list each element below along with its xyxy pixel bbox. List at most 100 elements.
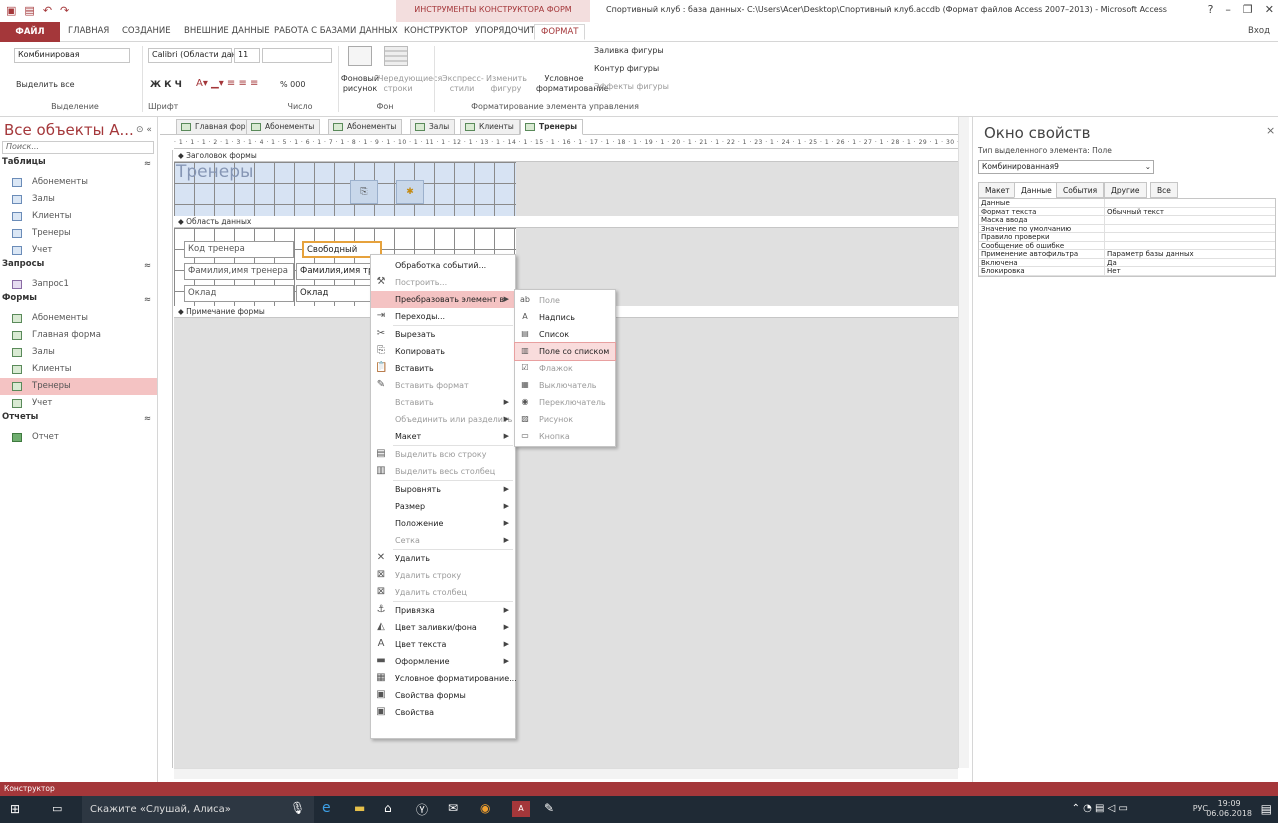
tab-home[interactable]: ГЛАВНАЯ: [68, 26, 109, 36]
browser-icon[interactable]: ◉: [480, 801, 490, 815]
tab-file[interactable]: ФАЙЛ: [0, 22, 60, 42]
property-row[interactable]: Маска ввода: [979, 216, 1275, 225]
context-menu-item[interactable]: ⊠ Удалить строку: [371, 567, 515, 584]
help-icon[interactable]: ?: [1208, 3, 1214, 16]
label-trainer-name[interactable]: Фамилия,имя тренера: [184, 263, 294, 280]
shape-outline-button[interactable]: Контур фигуры: [594, 64, 659, 73]
font-size-combo[interactable]: 11: [234, 48, 260, 63]
context-menu-item[interactable]: ▣ Свойства: [371, 704, 515, 721]
nav-item[interactable]: Тренеры: [0, 225, 157, 242]
submenu-item[interactable]: ab Поле: [515, 292, 615, 309]
windows-start-icon[interactable]: ⊞: [10, 802, 20, 816]
collapse-chevron-icon[interactable]: ≈: [144, 295, 151, 305]
select-all-button[interactable]: Выделить все: [16, 80, 75, 89]
selected-object-combo[interactable]: Комбинированная9 ⌄: [978, 160, 1154, 174]
property-value[interactable]: Да: [1105, 259, 1275, 266]
context-menu-item[interactable]: ▦ Условное форматирование...: [371, 670, 517, 687]
context-menu-item[interactable]: ⎘ Копировать: [371, 343, 515, 360]
property-value[interactable]: [1105, 242, 1275, 250]
nav-item[interactable]: Главная форма: [0, 327, 157, 344]
collapse-chevron-icon[interactable]: ≈: [144, 414, 151, 424]
date-time-icon[interactable]: ✱: [396, 180, 424, 204]
context-menu-item[interactable]: Положение ▶: [371, 515, 515, 532]
microphone-icon[interactable]: 🎙: [290, 801, 305, 815]
property-row[interactable]: Сообщение об ошибке: [979, 241, 1275, 250]
shape-effects-button[interactable]: Эффекты фигуры: [594, 82, 669, 91]
context-menu-item[interactable]: Преобразовать элемент в ▶: [371, 291, 515, 308]
nav-item[interactable]: Абонементы: [0, 174, 157, 191]
font-color-icon[interactable]: A▾ ▁▾ ≡ ≡ ≡: [196, 78, 258, 89]
property-tab[interactable]: Данные: [1014, 182, 1059, 198]
document-tab[interactable]: Залы: [410, 119, 456, 135]
property-row[interactable]: Значение по умолчанию: [979, 224, 1275, 233]
property-row[interactable]: Правило проверки: [979, 233, 1275, 242]
minimize-icon[interactable]: –: [1225, 3, 1231, 16]
nav-item[interactable]: Тренеры: [0, 378, 157, 395]
detail-section-bar[interactable]: ◆ Область данных: [174, 216, 958, 228]
tab-database-tools[interactable]: РАБОТА С БАЗАМИ ДАННЫХ: [274, 26, 398, 36]
font-name-combo[interactable]: Calibri (Области данн: [148, 48, 242, 63]
property-row[interactable]: Данные: [979, 199, 1275, 208]
property-value[interactable]: [1105, 233, 1275, 241]
property-tab[interactable]: События: [1056, 182, 1105, 198]
document-tab[interactable]: Абонементы: [328, 119, 403, 135]
logo-placeholder-icon[interactable]: ⎘: [350, 180, 378, 204]
context-menu-item[interactable]: Размер ▶: [371, 498, 515, 515]
submenu-item[interactable]: ☑ Флажок: [515, 360, 615, 377]
submenu-item[interactable]: A Надпись: [515, 309, 615, 326]
label-salary[interactable]: Оклад: [184, 285, 294, 302]
property-value[interactable]: Нет: [1105, 267, 1275, 274]
submenu-item[interactable]: ▭ Кнопка: [515, 428, 615, 445]
context-menu-item[interactable]: Объединить или разделить ▶: [371, 411, 515, 428]
property-sheet-close-icon[interactable]: ×: [1266, 124, 1275, 137]
nav-item[interactable]: Учет: [0, 242, 157, 259]
property-tab[interactable]: Макет: [978, 182, 1017, 198]
context-menu-item[interactable]: Вставить ▶: [371, 394, 515, 411]
submenu-item[interactable]: ▦ Выключатель: [515, 377, 615, 394]
context-menu-item[interactable]: Выровнять ▶: [371, 481, 515, 498]
quick-styles-button[interactable]: Экспресс-стили: [442, 74, 484, 94]
percent-format-button[interactable]: % 000: [280, 80, 305, 89]
property-tab[interactable]: Все: [1150, 182, 1178, 198]
conditional-format-button[interactable]: Условное форматирование: [536, 74, 609, 94]
background-image-button[interactable]: Фоновый рисунок: [340, 74, 380, 94]
form-header-section-bar[interactable]: ◆ Заголовок формы: [174, 150, 958, 162]
context-menu-item[interactable]: ▥ Выделить весь столбец: [371, 463, 515, 480]
context-menu-item[interactable]: ⚒ Построить...: [371, 274, 515, 291]
context-menu-item[interactable]: ▬ Оформление ▶: [371, 653, 515, 670]
undo-icon[interactable]: ↶: [43, 4, 52, 17]
selection-combo[interactable]: Комбинировая: [14, 48, 130, 63]
vertical-scrollbar[interactable]: [958, 117, 969, 768]
context-menu-item[interactable]: ✎ Вставить формат: [371, 377, 515, 394]
nav-item[interactable]: Запрос1: [0, 276, 157, 293]
nav-section-header[interactable]: Формы ≈: [2, 293, 159, 310]
tab-design[interactable]: КОНСТРУКТОР: [404, 26, 468, 36]
context-menu-item[interactable]: ⊠ Удалить столбец: [371, 584, 515, 601]
document-tab[interactable]: Тренеры: [520, 119, 583, 135]
shape-fill-button[interactable]: Заливка фигуры: [594, 46, 664, 55]
taskbar-search[interactable]: Скажите «Слушай, Алиса»: [82, 796, 314, 823]
nav-section-header[interactable]: Таблицы ≈: [2, 157, 159, 174]
signin-link[interactable]: Вход: [1248, 26, 1270, 36]
horizontal-scrollbar[interactable]: [174, 768, 958, 779]
context-menu-item[interactable]: ✕ Удалить: [371, 550, 515, 567]
nav-item[interactable]: Залы: [0, 191, 157, 208]
mail-icon[interactable]: ✉: [448, 801, 458, 815]
property-value[interactable]: [1105, 225, 1275, 233]
property-row[interactable]: Включена Да: [979, 258, 1275, 267]
nav-item[interactable]: Клиенты: [0, 208, 157, 225]
collapse-chevron-icon[interactable]: ≈: [144, 159, 151, 169]
store-icon[interactable]: ⌂: [384, 801, 392, 815]
context-menu-item[interactable]: ✂ Вырезать: [371, 326, 515, 343]
nav-item[interactable]: Отчет: [0, 429, 157, 446]
property-value[interactable]: Обычный текст: [1105, 208, 1275, 215]
nav-search-input[interactable]: Поиск...: [2, 141, 154, 154]
context-menu-item[interactable]: Макет ▶: [371, 428, 515, 445]
access-taskbar-icon[interactable]: A: [512, 801, 530, 817]
change-shape-button[interactable]: Изменить фигуру: [486, 74, 527, 94]
nav-item[interactable]: Учет: [0, 395, 157, 412]
context-menu-item[interactable]: 📋 Вставить: [371, 360, 515, 377]
close-icon[interactable]: ✕: [1265, 3, 1274, 16]
task-view-icon[interactable]: ▭: [52, 802, 62, 815]
nav-collapse-icon[interactable]: ⊙ «: [136, 125, 152, 135]
